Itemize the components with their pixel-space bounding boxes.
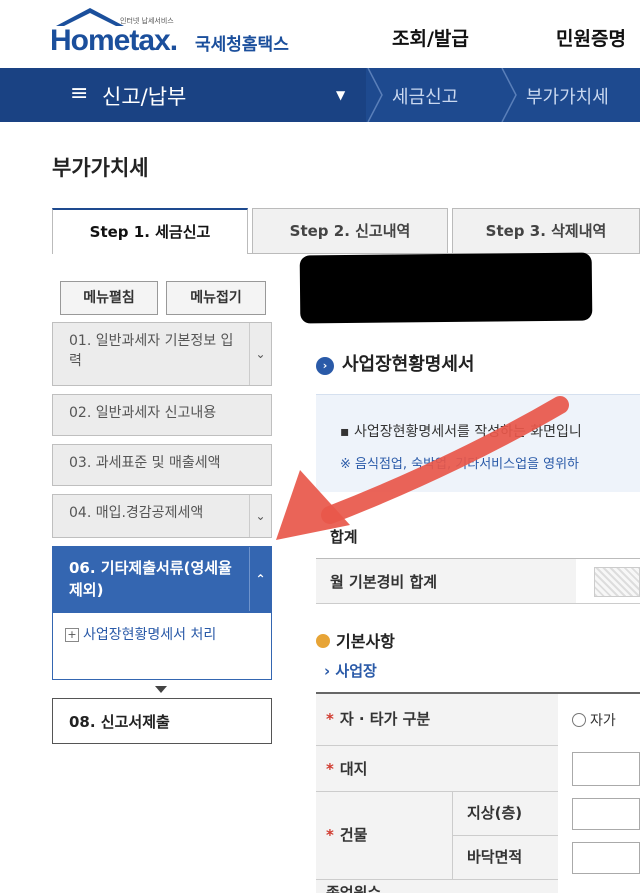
sidebar-item-label: 01. 일반과세자 기본정보 입력 — [69, 333, 234, 369]
bullet-icon — [316, 634, 330, 648]
basic-info-table: * 자 · 타가 구분 자가 * 대지 * 건물 지상(층) 바닥면적 종업원수 — [316, 692, 640, 893]
nav-bar: ≡ 신고/납부 ▼ 세금신고 부가가치세 — [0, 68, 640, 122]
logo-subtitle: 국세청홈택스 — [195, 35, 289, 55]
chevron-down-icon[interactable]: ⌄ — [249, 495, 271, 537]
breadcrumb-tax-report[interactable]: 세금신고 — [392, 83, 458, 109]
redacted-area — [299, 252, 593, 324]
section-title-text: 사업장현황명세서 — [342, 354, 475, 375]
tab-step3[interactable]: Step 3. 삭제내역 — [452, 208, 640, 254]
basic-info-title: 기본사항 — [316, 628, 395, 652]
tab-step2[interactable]: Step 2. 신고내역 — [252, 208, 448, 254]
floor-area-input[interactable] — [572, 842, 640, 874]
hamburger-icon[interactable]: ≡ — [70, 81, 88, 106]
sidebar-item-06[interactable]: 06. 기타제출서류(영세율제외) ⌃ — [52, 546, 272, 612]
radio-icon[interactable] — [572, 713, 586, 727]
land-input[interactable] — [572, 752, 640, 786]
down-triangle-icon — [155, 686, 167, 693]
ownership-label: * 자 · 타가 구분 — [316, 694, 558, 746]
breadcrumb-vat[interactable]: 부가가치세 — [526, 83, 609, 109]
logo-text: Hometax. — [50, 24, 178, 57]
page-title: 부가가치세 — [52, 156, 149, 180]
building-label: * 건물 — [316, 792, 452, 880]
land-label: * 대지 — [316, 746, 558, 792]
chevron-up-icon[interactable]: ⌃ — [249, 547, 271, 611]
arrow-circle-icon: › — [316, 357, 334, 375]
tab-step1[interactable]: Step 1. 세금신고 — [52, 208, 248, 254]
breadcrumb-separator-icon — [367, 68, 383, 122]
employees-label: 종업원수 — [316, 880, 558, 893]
sidebar-item-01[interactable]: 01. 일반과세자 기본정보 입력 ⌄ — [52, 322, 272, 386]
nav-menu-selector[interactable]: ≡ 신고/납부 ▼ — [0, 68, 366, 122]
ownership-option-own[interactable]: 자가 — [572, 710, 616, 730]
sum-row: 월 기본경비 합계 — [316, 558, 640, 604]
top-menu-inquiry[interactable]: 조회/발급 — [392, 24, 469, 51]
above-floors-input[interactable] — [572, 798, 640, 830]
sidebar-item-02[interactable]: 02. 일반과세자 신고내용 — [52, 394, 272, 436]
chevron-down-icon[interactable]: ⌄ — [249, 323, 271, 385]
sidebar-item-04[interactable]: 04. 매입.경감공제세액 ⌄ — [52, 494, 272, 538]
section-title: › 사업장현황명세서 — [316, 350, 474, 376]
top-menu-certificate[interactable]: 민원증명 — [556, 24, 626, 51]
sidebar-item-08[interactable]: 08. 신고서제출 — [52, 698, 272, 744]
chevron-down-icon[interactable]: ▼ — [336, 88, 345, 102]
info-note: ※ 음식점업, 숙박업, 기타서비스업을 영위하 — [340, 457, 580, 472]
info-text: ▪ 사업장현황명세서를 작성하는 화면입니 — [340, 424, 582, 440]
sidebar-item-label: 06. 기타제출서류(영세율제외) — [69, 559, 232, 599]
menu-collapse-button[interactable]: 메뉴접기 — [166, 281, 266, 315]
breadcrumb-separator-icon — [501, 68, 517, 122]
business-site-title: › 사업장 — [324, 662, 377, 680]
sum-section-title: 합계 — [330, 528, 358, 546]
sum-value-field — [594, 567, 640, 597]
menu-expand-button[interactable]: 메뉴펼침 — [60, 281, 158, 315]
nav-title: 신고/납부 — [102, 85, 187, 109]
plus-icon[interactable]: + — [65, 628, 79, 642]
sidebar-item-label: 02. 일반과세자 신고내용 — [69, 405, 217, 421]
floor-area-label: 바닥면적 — [452, 836, 558, 880]
submenu-business-status[interactable]: + 사업장현황명세서 처리 — [52, 612, 272, 680]
sum-row-label: 월 기본경비 합계 — [316, 559, 576, 603]
submenu-label[interactable]: 사업장현황명세서 처리 — [83, 625, 253, 645]
above-floors-label: 지상(층) — [452, 792, 558, 836]
info-box: ▪ 사업장현황명세서를 작성하는 화면입니 ※ 음식점업, 숙박업, 기타서비스… — [316, 394, 640, 492]
sidebar-item-03[interactable]: 03. 과세표준 및 매출세액 — [52, 444, 272, 486]
hometax-logo[interactable]: 인터넷 납세서비스 Hometax. 국세청홈택스 — [50, 6, 310, 62]
sidebar-item-label: 03. 과세표준 및 매출세액 — [69, 455, 221, 471]
top-header: 인터넷 납세서비스 Hometax. 국세청홈택스 조회/발급 민원증명 — [0, 0, 640, 68]
sidebar-item-label: 04. 매입.경감공제세액 — [69, 505, 204, 521]
